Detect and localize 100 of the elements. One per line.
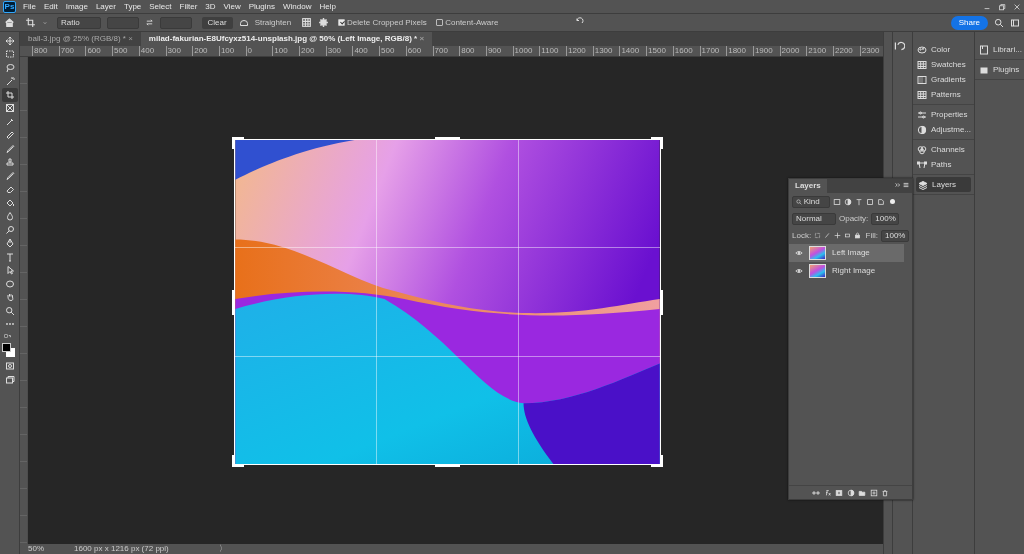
tool-button[interactable] (1, 88, 18, 102)
home-icon (4, 17, 15, 28)
panel-menu-icon (902, 180, 911, 189)
pen-icon (4, 238, 15, 249)
crop-handle[interactable] (660, 290, 663, 315)
history-brush-icon (893, 40, 905, 52)
share-button[interactable]: Share (950, 15, 988, 30)
panel-button[interactable]: Librari... (975, 42, 1024, 57)
height-field[interactable] (160, 16, 192, 29)
half-circle-icon (917, 124, 927, 135)
menu-item[interactable]: Window (279, 0, 316, 14)
app-logo[interactable]: Ps (3, 0, 16, 13)
filter-toggle[interactable] (889, 199, 895, 204)
panel-button[interactable]: Swatches (913, 57, 974, 72)
folder-icon (858, 489, 866, 498)
layer-row[interactable]: Left Image (789, 244, 904, 262)
menu-item[interactable]: View (219, 0, 245, 14)
eye-icon (795, 248, 803, 257)
grid-overlay-icon (300, 17, 312, 28)
panel-button[interactable]: Plugins (975, 62, 1024, 77)
crop-handle[interactable] (232, 290, 235, 315)
checkbox-label[interactable]: Delete Cropped Pixels (338, 16, 427, 29)
document-tab[interactable]: milad-fakurian-E8Ufcyxz514-unsplash.jpg @ 50% (Left Image, RGB/8) * × (140, 32, 433, 46)
filter-dropdown[interactable]: Kind (792, 195, 830, 208)
adjustment-filter-icon (844, 197, 852, 206)
crop-handle[interactable] (435, 137, 460, 140)
lock-pixels-icon (814, 232, 822, 239)
panel-button[interactable]: Patterns (913, 87, 974, 102)
panel-button[interactable]: Layers (916, 177, 971, 192)
adjustment-icon (846, 489, 855, 498)
document-info: 1600 px x 1216 px (72 ppi) (74, 544, 169, 554)
layer-thumbnail (809, 264, 826, 278)
panel-button[interactable]: Gradients (913, 72, 974, 87)
fx-icon (823, 489, 832, 498)
menu-item[interactable]: Help (315, 0, 340, 14)
checkbox[interactable] (436, 18, 444, 26)
ratio-dropdown[interactable]: Ratio (57, 16, 101, 29)
menu-item[interactable]: Layer (91, 0, 120, 14)
checkbox-label[interactable]: Content-Aware (436, 16, 499, 29)
droplet-icon (4, 211, 15, 222)
menu-item[interactable]: Plugins (244, 0, 279, 14)
panel-tab[interactable]: Layers (789, 179, 827, 193)
settings-icon (317, 17, 329, 28)
lollipop-icon (4, 224, 15, 235)
wand-icon (4, 76, 15, 87)
grid-icon (917, 89, 927, 100)
menu-item[interactable]: File (19, 0, 40, 14)
bucket-icon (4, 197, 15, 208)
opacity-field[interactable]: 100% (871, 212, 900, 225)
brush-icon (4, 143, 15, 154)
menu-item[interactable]: Filter (175, 0, 202, 14)
panel-button[interactable]: Adjustme... (913, 122, 974, 137)
new-layer-icon (869, 489, 878, 498)
menu-item[interactable]: Image (61, 0, 92, 14)
lock-icon (854, 232, 862, 239)
menu-item[interactable]: Type (119, 0, 146, 14)
channels-icon (917, 144, 927, 155)
width-field[interactable] (107, 16, 139, 29)
type-icon (855, 197, 863, 206)
foreground-color-swatch[interactable] (1, 343, 11, 353)
link-icon (812, 489, 820, 498)
checkbox[interactable] (338, 18, 346, 26)
menu-item[interactable]: 3D (201, 0, 220, 14)
grid-icon (917, 59, 927, 70)
crop-handle[interactable] (232, 455, 235, 467)
crop-handle[interactable] (660, 137, 663, 149)
eraser-icon (4, 184, 15, 195)
menu-item[interactable]: Select (145, 0, 176, 14)
crop-handle[interactable] (660, 455, 663, 467)
close-tab-button[interactable]: × (128, 34, 133, 43)
straighten-button[interactable]: Straighten (254, 16, 292, 29)
menu-item[interactable]: Edit (39, 0, 62, 14)
layer-thumbnail (809, 246, 826, 260)
clear-button[interactable]: Clear (201, 16, 233, 29)
panel-button[interactable]: Color (913, 42, 974, 57)
crop-handle[interactable] (435, 464, 460, 467)
horizontal-ruler: 800 700 600 500 400 300 200 100 0 100 200 300 400 500 600 700 800 900 1000 1100 1200 1300 1400 1500 1600 1700 1800 1900 2000 2100 2200 2300 (20, 46, 883, 57)
document-tab[interactable]: ball-3.jpg @ 25% (RGB/8) * × (20, 32, 141, 46)
panel-button[interactable]: Paths (913, 157, 974, 172)
status-menu-button[interactable]: 〉 (218, 544, 227, 554)
lock-label: Lock: (792, 229, 812, 242)
move-icon (834, 232, 842, 239)
trash-icon (881, 489, 889, 498)
layer-row[interactable]: Right Image (789, 262, 904, 280)
blend-mode-dropdown[interactable]: Normal (792, 212, 836, 225)
close-icon (1012, 2, 1021, 11)
zoom-level[interactable]: 50% (28, 544, 44, 554)
panel-button[interactable]: Channels (913, 142, 974, 157)
sliders-icon (917, 109, 927, 120)
quick-mask-icon (4, 361, 15, 371)
brush-icon (824, 232, 832, 239)
crop-handle[interactable] (232, 137, 235, 149)
bandage-icon (4, 130, 15, 141)
frame-icon (4, 103, 15, 114)
fill-field[interactable]: 100% (881, 229, 909, 242)
search-icon (994, 17, 1004, 28)
palette-icon (917, 44, 927, 55)
zoom-icon (4, 305, 15, 316)
panel-button[interactable]: Properties (913, 107, 974, 122)
artboard-icon (844, 232, 852, 239)
